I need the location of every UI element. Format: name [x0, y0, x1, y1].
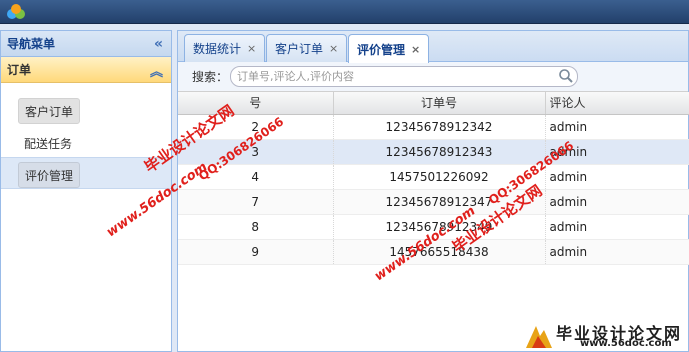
top-banner: [0, 0, 689, 24]
column-header-reviewer[interactable]: 评论人: [545, 92, 689, 115]
table-row[interactable]: 9 1457665518438 admin: [178, 239, 689, 265]
sidebar-item-customer-orders-row: 客户订单: [1, 93, 171, 125]
cell-reviewer: admin: [545, 239, 689, 265]
cell-order-no: 12345678912342: [333, 114, 546, 140]
cell-id: 3: [178, 139, 334, 165]
sidebar-item-delivery-tasks-row: 配送任务: [1, 125, 171, 157]
tab-customer-orders[interactable]: 客户订单 ×: [266, 34, 348, 62]
table-row[interactable]: 7 12345678912347 admin: [178, 189, 689, 215]
sidebar-item-delivery-tasks[interactable]: 配送任务: [18, 130, 78, 156]
app-logo-icon: [7, 4, 25, 19]
tab-label: 评价管理: [357, 42, 406, 57]
sidebar-title: 导航菜单: [7, 37, 56, 51]
close-icon[interactable]: ×: [411, 43, 420, 56]
nav-group-label: 订单: [7, 63, 32, 77]
search-icon[interactable]: [558, 68, 574, 84]
cell-reviewer: admin: [545, 189, 689, 215]
double-chevron-left-icon[interactable]: «: [154, 36, 163, 52]
search-input[interactable]: [230, 66, 579, 87]
cell-order-no: 12345678912343: [333, 139, 546, 165]
cell-reviewer: admin: [545, 164, 689, 190]
corner-watermark-url: www.56doc.com: [580, 338, 672, 349]
main-panel: 数据统计 × 客户订单 × 评价管理 × 搜索： 号 订单号 评论人: [177, 30, 689, 352]
cell-id: 9: [178, 239, 334, 265]
close-icon[interactable]: ×: [247, 42, 256, 55]
tab-review-management[interactable]: 评价管理 ×: [348, 34, 430, 63]
sidebar-item-customer-orders[interactable]: 客户订单: [18, 98, 81, 124]
cell-order-no: 12345678912347: [333, 189, 546, 215]
table-row[interactable]: 3 12345678912343 admin: [178, 139, 689, 165]
cell-order-no: 1457501226092: [333, 164, 546, 190]
search-box: [230, 66, 579, 87]
sidebar-item-review-management-row: 评价管理: [1, 157, 171, 189]
cell-id: 2: [178, 114, 334, 140]
nav-sidebar: 导航菜单 « 订单 ︽ 客户订单 配送任务 评价管理: [0, 30, 172, 352]
column-header-id[interactable]: 号: [178, 92, 334, 115]
review-grid: 号 订单号 评论人 2 12345678912342 admin 3 12345…: [178, 92, 689, 265]
search-toolbar: 搜索：: [178, 62, 688, 92]
tab-label: 客户订单: [275, 42, 324, 56]
nav-group-orders[interactable]: 订单 ︽: [1, 57, 171, 83]
cell-id: 7: [178, 189, 334, 215]
corner-watermark-logo: 毕业设计论文网 www.56doc.com: [520, 318, 689, 352]
nav-list: 客户订单 配送任务 评价管理: [1, 83, 171, 189]
cell-order-no: 1457665518438: [333, 239, 546, 265]
table-row[interactable]: 2 12345678912342 admin: [178, 114, 689, 140]
cell-reviewer: admin: [545, 214, 689, 240]
double-chevron-up-icon[interactable]: ︽: [150, 61, 163, 80]
table-row[interactable]: 4 1457501226092 admin: [178, 164, 689, 190]
tab-strip: 数据统计 × 客户订单 × 评价管理 ×: [178, 31, 688, 63]
tab-label: 数据统计: [193, 42, 242, 56]
grid-header-row: 号 订单号 评论人: [178, 92, 689, 115]
cell-reviewer: admin: [545, 114, 689, 140]
flame-logo-icon: [526, 326, 552, 348]
cell-id: 8: [178, 214, 334, 240]
sidebar-header: 导航菜单 «: [1, 31, 171, 57]
close-icon[interactable]: ×: [329, 42, 338, 55]
table-row[interactable]: 8 12345678912349 admin: [178, 214, 689, 240]
cell-order-no: 12345678912349: [333, 214, 546, 240]
tab-data-statistics[interactable]: 数据统计 ×: [184, 34, 266, 62]
sidebar-item-review-management[interactable]: 评价管理: [18, 162, 81, 188]
cell-id: 4: [178, 164, 334, 190]
search-label: 搜索：: [192, 70, 229, 84]
column-header-order-no[interactable]: 订单号: [333, 92, 546, 115]
cell-reviewer: admin: [545, 139, 689, 165]
